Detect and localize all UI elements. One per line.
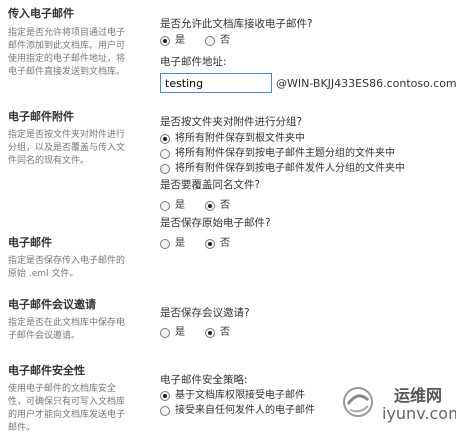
incoming-email-info: 传入电子邮件 指定是否允许将项目通过电子邮件添加到此文档库。用户可使用指定的电子… [8, 7, 133, 79]
meeting-yes-radio[interactable] [160, 327, 170, 338]
save-email-no-option[interactable]: 否 [205, 237, 230, 250]
save-email-no-radio[interactable] [205, 238, 215, 249]
attachments-controls: 是否按文件夹对附件进行分组? 将所有附件保存到根文件夹中 将所有附件保存到按电子… [160, 115, 450, 212]
allow-email-question: 是否允许此文档库接收电子邮件? [160, 18, 313, 30]
meeting-no-label: 否 [220, 327, 230, 338]
save-email-desc: 指定是否保存传入电子邮件的原始 .eml 文件。 [8, 256, 126, 279]
email-address-input[interactable] [160, 73, 272, 93]
email-address-row: @WIN-BKJJ433ES86.contoso.com [160, 73, 456, 93]
save-email-controls: 是否保存原始电子邮件? 是 否 [160, 216, 450, 250]
meeting-question: 是否保存会议邀请? [160, 307, 250, 319]
allow-email-no-radio[interactable] [205, 35, 215, 46]
allow-email-no-label: 否 [220, 35, 230, 46]
incoming-email-desc: 指定是否允许将项目通过电子邮件添加到此文档库。用户可使用指定的电子邮件地址，将电… [8, 28, 126, 77]
overwrite-no-label: 否 [220, 200, 230, 211]
overwrite-yes-radio[interactable] [160, 200, 170, 211]
meeting-yes-label: 是 [175, 327, 185, 338]
group-sender-option[interactable]: 将所有附件保存到按电子邮件发件人分组的文件夹中 [160, 162, 450, 175]
group-subject-label: 将所有附件保存到按电子邮件主题分组的文件夹中 [175, 148, 395, 159]
attachments-title: 电子邮件附件 [8, 110, 74, 123]
security-permissions-label: 基于文档库权限接受电子邮件 [175, 390, 305, 401]
security-title: 电子邮件安全性 [8, 364, 85, 377]
watermark-line2: iyunv.com [382, 404, 456, 423]
security-any-sender-radio[interactable] [160, 405, 170, 416]
group-sender-label: 将所有附件保存到按电子邮件发件人分组的文件夹中 [175, 163, 405, 174]
allow-email-yes-label: 是 [175, 35, 185, 46]
group-subject-option[interactable]: 将所有附件保存到按电子邮件主题分组的文件夹中 [160, 147, 450, 160]
meeting-no-radio[interactable] [205, 327, 215, 338]
save-email-yes-radio[interactable] [160, 238, 170, 249]
overwrite-question: 是否要覆盖同名文件? [160, 179, 261, 191]
incoming-email-title: 传入电子邮件 [8, 7, 74, 20]
meeting-no-option[interactable]: 否 [205, 326, 230, 339]
allow-email-radio-group: 是 否 [160, 34, 450, 47]
group-subject-radio[interactable] [160, 148, 170, 159]
group-root-radio[interactable] [160, 133, 170, 144]
allow-email-yes-radio[interactable] [160, 35, 170, 46]
save-email-no-label: 否 [220, 238, 230, 249]
overwrite-radio-group: 是 否 [160, 199, 450, 212]
save-email-question: 是否保存原始电子邮件? [160, 217, 271, 229]
watermark-logo-icon [343, 387, 373, 417]
meeting-yes-option[interactable]: 是 [160, 326, 185, 339]
email-domain: @WIN-BKJJ433ES86.contoso.com [276, 76, 456, 90]
save-email-yes-option[interactable]: 是 [160, 237, 185, 250]
security-permissions-radio[interactable] [160, 390, 170, 401]
watermark-line1: 运维网 [394, 386, 443, 405]
group-root-option[interactable]: 将所有附件保存到根文件夹中 [160, 132, 450, 145]
group-sender-radio[interactable] [160, 163, 170, 174]
email-address-label: 电子邮件地址: [160, 56, 227, 68]
group-root-label: 将所有附件保存到根文件夹中 [175, 133, 305, 144]
meeting-info: 电子邮件会议邀请 指定是否在此文档库中保存电子邮件会议邀请。 [8, 298, 133, 343]
security-info: 电子邮件安全性 使用电子邮件的文档库安全性，可确保只有可写入文档库的用户才能向文… [8, 364, 133, 435]
incoming-email-controls: 是否允许此文档库接收电子邮件? 是 否 电子邮件地址: @WIN-BKJJ433… [160, 17, 456, 93]
overwrite-yes-label: 是 [175, 200, 185, 211]
security-desc: 使用电子邮件的文档库安全性，可确保只有可写入文档库的用户才能向文档库发送电子邮件… [8, 384, 126, 433]
security-any-sender-label: 接受来自任何发件人的电子邮件 [175, 405, 315, 416]
attachments-desc: 指定是否按文件夹对附件进行分组，以及是否覆盖与传入文件同名的现有文件。 [8, 130, 126, 166]
meeting-radio-group: 是 否 [160, 326, 450, 339]
group-attachments-question: 是否按文件夹对附件进行分组? [160, 116, 303, 128]
site-watermark: 运维网 iyunv.com [338, 380, 456, 426]
allow-email-yes-option[interactable]: 是 [160, 34, 185, 47]
overwrite-no-radio[interactable] [205, 200, 215, 211]
attachments-info: 电子邮件附件 指定是否按文件夹对附件进行分组，以及是否覆盖与传入文件同名的现有文… [8, 110, 133, 168]
meeting-controls: 是否保存会议邀请? 是 否 [160, 306, 450, 339]
save-email-yes-label: 是 [175, 238, 185, 249]
allow-email-no-option[interactable]: 否 [205, 34, 230, 47]
meeting-desc: 指定是否在此文档库中保存电子邮件会议邀请。 [8, 318, 126, 341]
overwrite-no-option[interactable]: 否 [205, 199, 230, 212]
save-email-radio-group: 是 否 [160, 237, 450, 250]
group-attachments-radio-group: 将所有附件保存到根文件夹中 将所有附件保存到按电子邮件主题分组的文件夹中 将所有… [160, 132, 450, 175]
meeting-title: 电子邮件会议邀请 [8, 298, 96, 311]
save-email-title: 电子邮件 [8, 236, 52, 249]
overwrite-yes-option[interactable]: 是 [160, 199, 185, 212]
save-email-info: 电子邮件 指定是否保存传入电子邮件的原始 .eml 文件。 [8, 236, 133, 281]
